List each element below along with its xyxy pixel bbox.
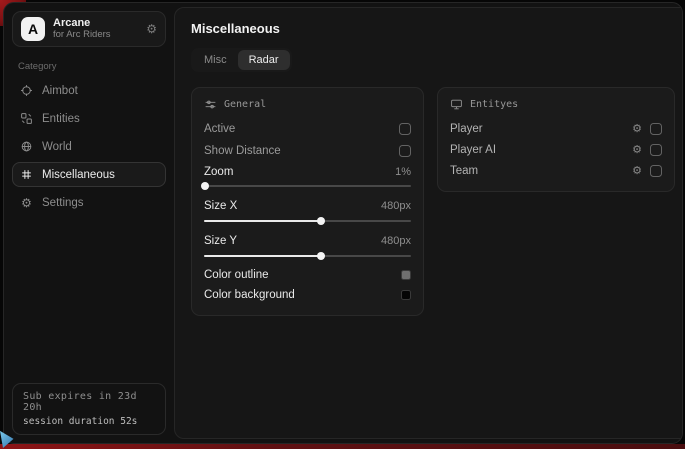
size-y-value: 480px [381, 235, 411, 247]
sidebar-item-label: Aimbot [42, 85, 78, 97]
page-title: Miscellaneous [191, 21, 675, 36]
sidebar-item-label: Miscellaneous [42, 169, 115, 181]
setting-row-show-distance: Show Distance [204, 140, 411, 162]
setting-row-zoom: Zoom 1% [204, 162, 411, 191]
zoom-slider[interactable] [204, 181, 411, 191]
size-x-value: 480px [381, 200, 411, 212]
active-checkbox[interactable] [399, 123, 411, 135]
panels-row: General Active Show Distance Zoom 1% [191, 87, 675, 316]
entity-label: Team [450, 165, 632, 177]
sidebar-item-miscellaneous[interactable]: Miscellaneous [12, 162, 166, 187]
entity-row-player-ai: Player AI ⚙ [450, 139, 662, 160]
size-y-slider[interactable] [204, 251, 411, 261]
background-red-strip [0, 444, 685, 449]
show-distance-checkbox[interactable] [399, 145, 411, 157]
setting-label: Size X [204, 200, 237, 212]
brand-logo: A [21, 17, 45, 41]
entity-row-team: Team ⚙ [450, 160, 662, 181]
team-checkbox[interactable] [650, 165, 662, 177]
subscription-card: Sub expires in 23d 20h session duration … [12, 383, 166, 435]
gear-icon[interactable]: ⚙ [146, 22, 157, 36]
globe-icon [20, 140, 33, 153]
category-label: Category [18, 61, 166, 72]
setting-row-color-background: Color background [204, 285, 411, 305]
panel-general-title: General [224, 99, 266, 110]
crosshair-icon [20, 84, 33, 97]
gear-icon[interactable]: ⚙ [632, 122, 642, 135]
sidebar-item-label: Settings [42, 197, 84, 209]
session-duration: session duration 52s [23, 416, 155, 427]
sidebar-item-settings[interactable]: ⚙ Settings [12, 190, 166, 215]
setting-label: Color outline [204, 269, 269, 281]
setting-label: Size Y [204, 235, 237, 247]
tab-radar[interactable]: Radar [238, 50, 290, 70]
setting-row-active: Active [204, 118, 411, 140]
app-window: A Arcane for Arc Riders ⚙ Category Aimbo… [3, 2, 683, 444]
player-checkbox[interactable] [650, 123, 662, 135]
entity-label: Player AI [450, 144, 632, 156]
setting-label: Show Distance [204, 145, 281, 157]
grid-icon [20, 168, 33, 181]
entity-row-player: Player ⚙ [450, 118, 662, 139]
setting-label: Active [204, 123, 235, 135]
player-ai-checkbox[interactable] [650, 144, 662, 156]
sliders-icon [204, 98, 217, 111]
size-x-slider[interactable] [204, 216, 411, 226]
setting-row-color-outline: Color outline [204, 265, 411, 285]
gear-icon[interactable]: ⚙ [632, 143, 642, 156]
sidebar-item-aimbot[interactable]: Aimbot [12, 78, 166, 103]
gear-icon: ⚙ [20, 196, 33, 210]
brand-card: A Arcane for Arc Riders ⚙ [12, 11, 166, 47]
entity-label: Player [450, 123, 632, 135]
slider-thumb[interactable] [317, 217, 325, 225]
tab-bar: Misc Radar [191, 48, 292, 72]
brand-name: Arcane [53, 17, 138, 30]
tab-misc[interactable]: Misc [193, 50, 238, 70]
setting-label: Zoom [204, 166, 233, 178]
sidebar-item-world[interactable]: World [12, 134, 166, 159]
color-background-swatch[interactable] [401, 290, 411, 300]
setting-label: Color background [204, 289, 295, 301]
slider-thumb[interactable] [317, 252, 325, 260]
panel-entities: Entityes Player ⚙ Player AI ⚙ Team ⚙ [437, 87, 675, 192]
brand-subtitle: for Arc Riders [53, 30, 138, 41]
panel-general: General Active Show Distance Zoom 1% [191, 87, 424, 316]
sidebar-item-entities[interactable]: Entities [12, 106, 166, 131]
sidebar: A Arcane for Arc Riders ⚙ Category Aimbo… [4, 3, 174, 443]
entities-icon [20, 112, 33, 125]
sidebar-item-label: World [42, 141, 72, 153]
sidebar-nav: Aimbot Entities World Miscellaneous [12, 78, 166, 215]
gear-icon[interactable]: ⚙ [632, 164, 642, 177]
monitor-icon [450, 98, 463, 111]
panel-entities-title: Entityes [470, 99, 518, 110]
setting-row-size-y: Size Y 480px [204, 230, 411, 261]
main-content: Miscellaneous Misc Radar General Active [174, 7, 683, 439]
sidebar-item-label: Entities [42, 113, 80, 125]
color-outline-swatch[interactable] [401, 270, 411, 280]
zoom-value: 1% [395, 166, 411, 178]
slider-thumb[interactable] [201, 182, 209, 190]
setting-row-size-x: Size X 480px [204, 195, 411, 226]
subscription-expires: Sub expires in 23d 20h [23, 391, 155, 413]
